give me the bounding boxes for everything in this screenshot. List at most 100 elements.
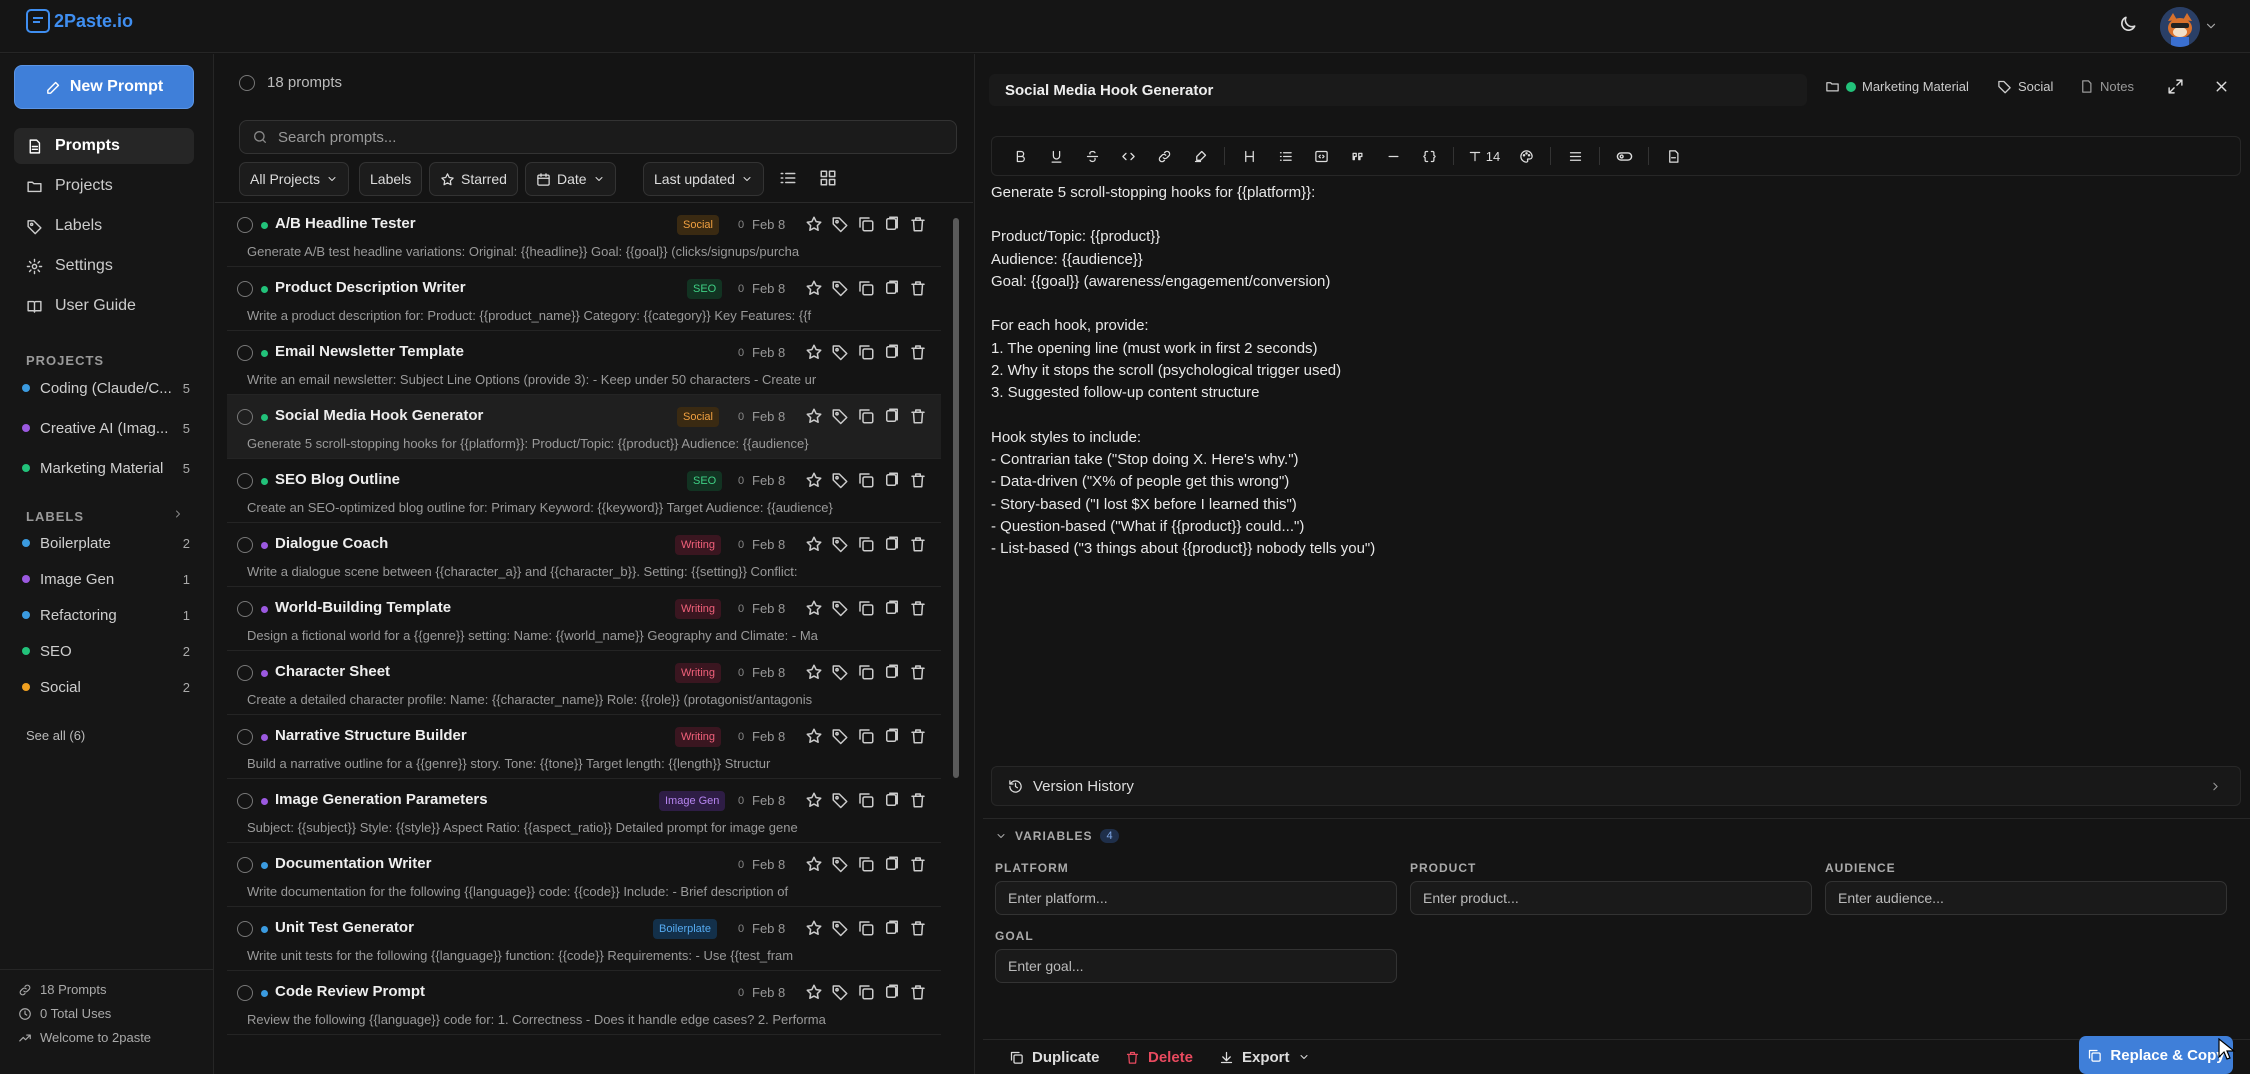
copy-icon[interactable] — [883, 279, 901, 297]
copy-icon[interactable] — [883, 663, 901, 681]
sidebar-item-user-guide[interactable]: User Guide — [14, 288, 194, 324]
label-item[interactable]: Image Gen 1 — [22, 566, 190, 592]
label-badge[interactable]: Social — [677, 215, 719, 235]
close-icon[interactable] — [2213, 78, 2230, 95]
tag-icon[interactable] — [831, 919, 849, 937]
tag-icon[interactable] — [831, 599, 849, 617]
tag-icon[interactable] — [831, 279, 849, 297]
bullet-list-button[interactable] — [1267, 143, 1303, 169]
app-logo[interactable]: 2Paste.io — [26, 9, 133, 33]
star-icon[interactable] — [805, 279, 823, 297]
toggle-button[interactable] — [1606, 143, 1642, 169]
star-icon[interactable] — [805, 343, 823, 361]
sidebar-item-projects[interactable]: Projects — [14, 168, 194, 204]
sidebar-item-labels[interactable]: Labels — [14, 208, 194, 244]
prompt-row[interactable]: World-Building Template Writing 0 Feb 8 Desi… — [227, 587, 941, 651]
link-button[interactable] — [1146, 143, 1182, 169]
code-block-button[interactable] — [1303, 143, 1339, 169]
quote-button[interactable] — [1339, 143, 1375, 169]
duplicate-icon[interactable] — [857, 855, 875, 873]
copy-icon[interactable] — [883, 599, 901, 617]
tag-icon[interactable] — [831, 663, 849, 681]
row-checkbox[interactable] — [237, 793, 253, 809]
tag-icon[interactable] — [831, 855, 849, 873]
palette-button[interactable] — [1508, 143, 1544, 169]
scrollbar-thumb[interactable] — [953, 218, 959, 778]
copy-icon[interactable] — [883, 983, 901, 1001]
tag-icon[interactable] — [831, 983, 849, 1001]
copy-icon[interactable] — [883, 535, 901, 553]
date-filter[interactable]: Date — [525, 162, 616, 196]
prompt-content-editor[interactable]: Generate 5 scroll-stopping hooks for {{p… — [991, 182, 2231, 812]
duplicate-icon[interactable] — [857, 279, 875, 297]
starred-filter[interactable]: Starred — [429, 162, 518, 196]
trash-icon[interactable] — [909, 663, 927, 681]
delete-button[interactable]: Delete — [1125, 1040, 1193, 1074]
trash-icon[interactable] — [909, 215, 927, 233]
copy-icon[interactable] — [883, 791, 901, 809]
align-button[interactable] — [1557, 143, 1593, 169]
star-icon[interactable] — [805, 471, 823, 489]
prompt-row[interactable]: Product Description Writer SEO 0 Feb 8 Write… — [227, 267, 941, 331]
chevron-right-icon[interactable] — [172, 508, 184, 520]
sidebar-item-settings[interactable]: Settings — [14, 248, 194, 284]
trash-icon[interactable] — [909, 407, 927, 425]
search-input[interactable] — [278, 128, 928, 146]
sidebar-item-prompts[interactable]: Prompts — [14, 128, 194, 164]
row-checkbox[interactable] — [237, 857, 253, 873]
star-icon[interactable] — [805, 919, 823, 937]
duplicate-icon[interactable] — [857, 919, 875, 937]
expand-icon[interactable] — [2167, 78, 2184, 95]
prompt-title-field[interactable]: Social Media Hook Generator — [989, 74, 1807, 106]
trash-icon[interactable] — [909, 855, 927, 873]
duplicate-button[interactable]: Duplicate — [1009, 1040, 1100, 1074]
copy-icon[interactable] — [883, 919, 901, 937]
project-item[interactable]: Marketing Material 5 — [22, 455, 190, 481]
audience-input[interactable] — [1825, 881, 2227, 915]
project-item[interactable]: Coding (Claude/C... 5 — [22, 375, 190, 401]
trash-icon[interactable] — [909, 791, 927, 809]
label-badge[interactable]: Writing — [675, 727, 722, 747]
duplicate-icon[interactable] — [857, 407, 875, 425]
label-badge[interactable]: Writing — [675, 599, 722, 619]
tag-icon[interactable] — [831, 791, 849, 809]
tag-icon[interactable] — [831, 471, 849, 489]
platform-input[interactable] — [995, 881, 1397, 915]
prompt-row[interactable]: Narrative Structure Builder Writing 0 Feb 8… — [227, 715, 941, 779]
star-icon[interactable] — [805, 663, 823, 681]
label-badge[interactable]: Writing — [675, 535, 722, 555]
variables-toggle[interactable]: VARIABLES 4 — [995, 829, 1119, 843]
prompt-row[interactable] — [227, 1035, 941, 1055]
underline-button[interactable] — [1038, 143, 1074, 169]
row-checkbox[interactable] — [237, 345, 253, 361]
prompt-row[interactable]: Email Newsletter Template 0 Feb 8 Write an … — [227, 331, 941, 395]
projects-filter[interactable]: All Projects — [239, 162, 350, 196]
row-checkbox[interactable] — [237, 665, 253, 681]
label-badge[interactable]: Writing — [675, 663, 722, 683]
duplicate-icon[interactable] — [857, 599, 875, 617]
variable-button[interactable] — [1411, 143, 1447, 169]
prompt-row[interactable]: Unit Test Generator Boilerplate 0 Feb 8 Writ… — [227, 907, 941, 971]
star-icon[interactable] — [805, 407, 823, 425]
tag-icon[interactable] — [831, 215, 849, 233]
row-checkbox[interactable] — [237, 601, 253, 617]
prompt-row[interactable]: Documentation Writer 0 Feb 8 Write document… — [227, 843, 941, 907]
divider-button[interactable] — [1375, 143, 1411, 169]
star-icon[interactable] — [805, 983, 823, 1001]
duplicate-icon[interactable] — [857, 471, 875, 489]
row-checkbox[interactable] — [237, 729, 253, 745]
row-checkbox[interactable] — [237, 409, 253, 425]
duplicate-icon[interactable] — [857, 727, 875, 745]
label-item[interactable]: Refactoring 1 — [22, 602, 190, 628]
heading-button[interactable] — [1231, 143, 1267, 169]
star-icon[interactable] — [805, 791, 823, 809]
trash-icon[interactable] — [909, 279, 927, 297]
grid-view-icon[interactable] — [819, 169, 837, 187]
copy-icon[interactable] — [883, 407, 901, 425]
duplicate-icon[interactable] — [857, 535, 875, 553]
highlight-button[interactable] — [1182, 143, 1218, 169]
duplicate-icon[interactable] — [857, 663, 875, 681]
prompt-row[interactable]: Dialogue Coach Writing 0 Feb 8 Write a dialo… — [227, 523, 941, 587]
duplicate-icon[interactable] — [857, 791, 875, 809]
prompt-row[interactable]: Image Generation Parameters Image Gen 0 Feb… — [227, 779, 941, 843]
